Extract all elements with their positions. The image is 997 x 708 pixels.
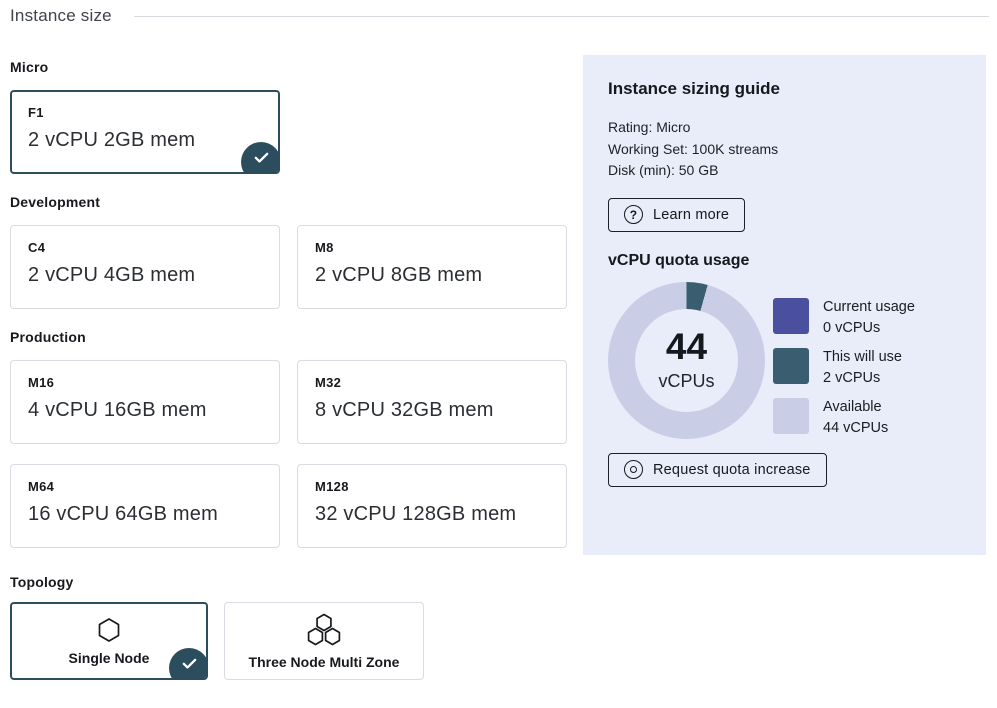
- hexagon-icon: [97, 617, 121, 643]
- size-card-m16[interactable]: M16 4 vCPU 16GB mem: [10, 360, 280, 444]
- section-header: Instance size: [10, 5, 989, 27]
- legend-swatch: [773, 398, 809, 434]
- size-card-m32[interactable]: M32 8 vCPU 32GB mem: [297, 360, 567, 444]
- legend-item-current-usage: Current usage 0 vCPUs: [773, 297, 915, 339]
- page-title: Instance size: [10, 6, 112, 26]
- vcpu-quota-legend: Current usage 0 vCPUs This will use 2 vC…: [773, 297, 915, 439]
- legend-value: 2 vCPUs: [823, 368, 902, 389]
- guide-rating: Rating: Micro: [608, 117, 962, 139]
- size-card-spec: 2 vCPU 2GB mem: [28, 129, 262, 152]
- learn-more-label: Learn more: [653, 207, 729, 223]
- section-label-development: Development: [10, 194, 576, 210]
- request-quota-label: Request quota increase: [653, 462, 811, 478]
- size-card-spec: 8 vCPU 32GB mem: [315, 399, 549, 422]
- development-card-grid: C4 2 vCPU 4GB mem M8 2 vCPU 8GB mem: [10, 225, 576, 309]
- vcpu-donut-ring: 44 vCPUs: [608, 282, 765, 439]
- request-quota-increase-button[interactable]: Request quota increase: [608, 453, 827, 487]
- legend-value: 44 vCPUs: [823, 418, 888, 439]
- legend-name: Available: [823, 397, 888, 418]
- size-card-spec: 16 vCPU 64GB mem: [28, 503, 262, 526]
- legend-item-this-will-use: This will use 2 vCPUs: [773, 347, 915, 389]
- vcpu-quota-chart: 44 vCPUs Current usage 0 vCPUs This will…: [608, 282, 962, 439]
- concentric-circles-icon: [624, 460, 643, 479]
- instance-sizing-guide-panel: Instance sizing guide Rating: Micro Work…: [583, 55, 986, 555]
- topology-card-three-node-multi-zone[interactable]: Three Node Multi Zone: [224, 602, 424, 680]
- selected-check-icon: [169, 648, 208, 680]
- size-card-spec: 2 vCPU 4GB mem: [28, 264, 262, 287]
- selected-check-icon: [241, 142, 280, 174]
- topology-options: Single Node Three Node Multi Zone: [10, 602, 576, 680]
- size-card-name: C4: [28, 240, 262, 255]
- size-card-name: M64: [28, 479, 262, 494]
- size-card-name: M8: [315, 240, 549, 255]
- size-card-name: M128: [315, 479, 549, 494]
- size-card-m8[interactable]: M8 2 vCPU 8GB mem: [297, 225, 567, 309]
- size-card-f1[interactable]: F1 2 vCPU 2GB mem: [10, 90, 280, 174]
- legend-item-available: Available 44 vCPUs: [773, 397, 915, 439]
- vcpu-total-value: 44: [666, 328, 707, 365]
- size-card-name: M16: [28, 375, 262, 390]
- size-card-m64[interactable]: M64 16 vCPU 64GB mem: [10, 464, 280, 548]
- vcpu-total-unit: vCPUs: [658, 371, 714, 392]
- section-label-topology: Topology: [10, 574, 576, 590]
- size-card-spec: 2 vCPU 8GB mem: [315, 264, 549, 287]
- size-card-m128[interactable]: M128 32 vCPU 128GB mem: [297, 464, 567, 548]
- section-label-micro: Micro: [10, 59, 576, 75]
- three-hexagons-icon: [304, 613, 344, 647]
- guide-title: Instance sizing guide: [608, 79, 962, 99]
- guide-working-set: Working Set: 100K streams: [608, 139, 962, 161]
- size-card-name: F1: [28, 105, 262, 120]
- legend-name: Current usage: [823, 297, 915, 318]
- section-label-production: Production: [10, 329, 576, 345]
- legend-value: 0 vCPUs: [823, 318, 915, 339]
- size-card-name: M32: [315, 375, 549, 390]
- production-card-grid: M16 4 vCPU 16GB mem M32 8 vCPU 32GB mem …: [10, 360, 576, 548]
- topology-label: Three Node Multi Zone: [249, 654, 400, 670]
- instance-size-options: Micro F1 2 vCPU 2GB mem Development C4 2…: [10, 59, 576, 680]
- topology-label: Single Node: [69, 650, 150, 666]
- legend-name: This will use: [823, 347, 902, 368]
- size-card-spec: 4 vCPU 16GB mem: [28, 399, 262, 422]
- question-circle-icon: ?: [624, 205, 643, 224]
- topology-card-single-node[interactable]: Single Node: [10, 602, 208, 680]
- legend-swatch: [773, 298, 809, 334]
- size-card-c4[interactable]: C4 2 vCPU 4GB mem: [10, 225, 280, 309]
- vcpu-quota-usage-title: vCPU quota usage: [608, 252, 962, 270]
- guide-info: Rating: Micro Working Set: 100K streams …: [608, 117, 962, 182]
- micro-card-grid: F1 2 vCPU 2GB mem: [10, 90, 576, 174]
- vcpu-donut-hole: 44 vCPUs: [635, 309, 738, 412]
- guide-disk-min: Disk (min): 50 GB: [608, 160, 962, 182]
- learn-more-button[interactable]: ? Learn more: [608, 198, 745, 232]
- header-divider: [134, 16, 989, 17]
- legend-swatch: [773, 348, 809, 384]
- size-card-spec: 32 vCPU 128GB mem: [315, 503, 549, 526]
